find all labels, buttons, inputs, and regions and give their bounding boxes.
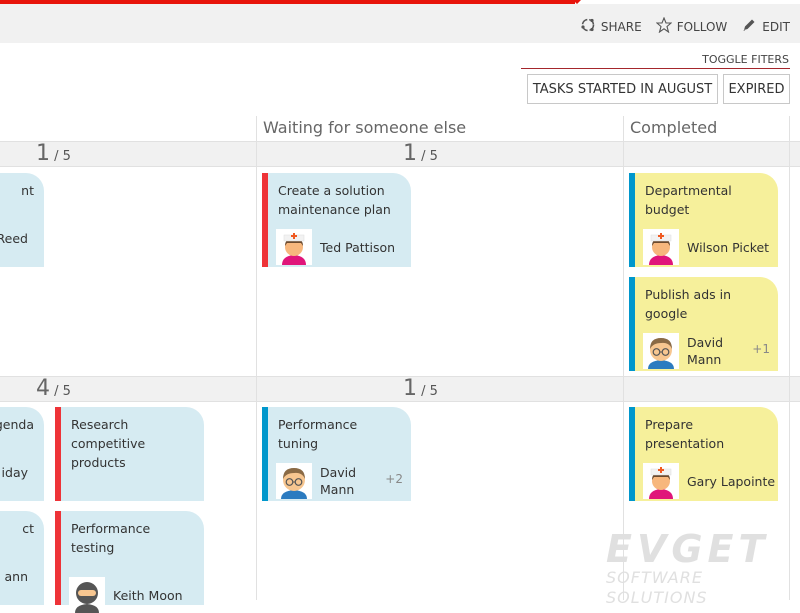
task-card[interactable]: Prepare presentation Gary Lapointe [629,407,778,501]
wip-count: 1 / 5 [36,141,71,166]
task-card[interactable]: ct ann [0,511,44,605]
filter-expired[interactable]: EXPIRED [723,74,790,104]
extra-assignees-count[interactable]: +2 [385,470,403,489]
share-button[interactable]: SHARE [580,17,642,36]
wip-current: 1 [403,376,417,401]
task-card[interactable]: Departmental budget Wilson Picket [629,173,778,267]
task-card[interactable]: genda iday [0,407,44,501]
follow-label: FOLLOW [676,19,728,34]
swimlane-band-2 [0,376,800,402]
wip-count: 1 / 5 [403,141,438,166]
task-title: Prepare presentation [645,417,725,451]
task-title: Publish ads in google [645,287,732,321]
wip-limit: / 5 [54,384,71,399]
edit-button[interactable]: EDIT [741,17,790,36]
task-card[interactable]: Performance tuning David Mann +2 [262,407,411,501]
assignee-name: David Mann [320,465,357,497]
filter-tasks-started-august[interactable]: TASKS STARTED IN AUGUST [527,74,718,104]
task-title: ct [22,521,34,536]
task-title: Performance testing [71,521,151,555]
column-header-waiting: Waiting for someone else [263,118,467,137]
watermark-tagline: SOFTWARE SOLUTIONS [606,568,708,607]
page-actions: SHARE FOLLOW EDIT [580,16,790,36]
nurse-avatar-icon [643,229,679,265]
assignee-name: Gary Lapointe [687,473,776,489]
task-card[interactable]: Publish ads in google David Mann +1 [629,277,778,371]
pencil-icon [741,17,757,36]
wip-count: 4 / 5 [36,376,71,401]
task-title: genda [0,417,34,432]
column-divider [256,116,257,600]
edit-label: EDIT [762,19,790,34]
task-title: Create a solution maintenance plan [278,183,391,217]
wip-current: 1 [403,141,417,166]
filter-divider [521,68,790,69]
share-icon [580,17,596,36]
wip-limit: / 5 [421,149,438,164]
assignee-name: David Mann [687,335,724,367]
task-card[interactable]: Research competitive products [55,407,204,501]
column-divider [789,116,790,600]
assignee-name: Ted Pattison [320,239,396,255]
assignee-name: Wilson Picket [687,239,770,255]
assignee-name: ann [4,569,28,584]
task-card[interactable]: nt Reed [0,173,44,267]
task-title: Research competitive products [71,417,146,470]
task-title: Departmental budget [645,183,732,217]
watermark: EVGET SOFTWARE SOLUTIONS [606,530,800,608]
assignee-name: Keith Moon [113,587,183,603]
wip-current: 4 [36,376,50,401]
swimlane-band-1 [0,141,800,167]
task-card[interactable]: Performance testing Keith Moon [55,511,204,605]
wip-limit: / 5 [421,384,438,399]
extra-assignees-count[interactable]: +1 [752,340,770,359]
task-title: Performance tuning [278,417,358,451]
star-icon [655,16,673,36]
wip-limit: / 5 [54,149,71,164]
ribbon: SHARE FOLLOW EDIT [0,4,800,43]
nurse-avatar-icon [643,463,679,499]
follow-button[interactable]: FOLLOW [655,16,728,36]
glasses-man-avatar-icon [643,333,679,369]
share-label: SHARE [600,19,642,34]
assignee-name: Reed [0,231,28,246]
wip-current: 1 [36,141,50,166]
toggle-filters-link[interactable]: TOGGLE FITERS [702,53,789,66]
task-title: nt [21,183,34,198]
task-card[interactable]: Create a solution maintenance plan Ted P… [262,173,411,267]
nurse-avatar-icon [276,229,312,265]
column-header-completed: Completed [630,118,718,137]
ninja-avatar-icon [69,577,105,613]
watermark-logo: EVGET [606,527,770,571]
wip-count: 1 / 5 [403,376,438,401]
assignee-name: iday [1,465,28,480]
glasses-man-avatar-icon [276,463,312,499]
